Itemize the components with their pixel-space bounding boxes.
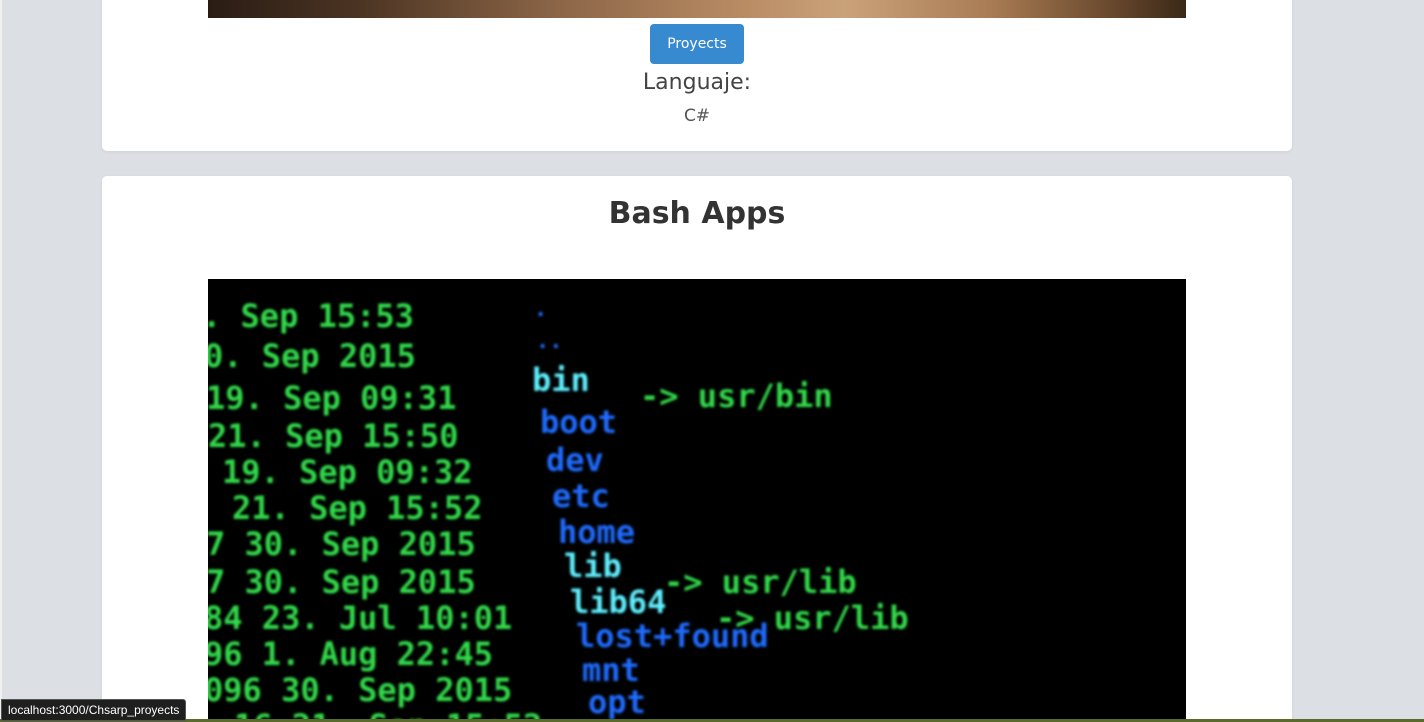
card-title: Bash Apps [608,196,786,231]
status-bar-url: localhost:3000/Chsarp_proyects [1,699,187,721]
terminal-dir-etc: etc [552,477,610,515]
project-card-bash: Bash Apps . Sep 15:53 0. Sep 2015 19. Se… [102,176,1292,722]
terminal-dir-bin: bin [532,361,590,399]
terminal-line: 7 30. Sep 2015 [208,563,476,601]
project-card-csharp: Proyects Languaje: C# [102,0,1292,151]
terminal-line: . Sep 15:53 [208,297,414,335]
terminal-dir-home: home [558,513,636,551]
terminal-image: . Sep 15:53 0. Sep 2015 19. Sep 09:31 21… [208,279,1186,722]
terminal-line: 21. Sep 15:50 [208,417,459,455]
terminal-line: 7 30. Sep 2015 [208,525,476,563]
terminal-line: 096 30. Sep 2015 [208,671,513,709]
terminal-line: 21. Sep 15:52 [232,489,483,527]
terminal-dir-opt: opt [588,683,646,721]
terminal-arrow-bin: -> usr/bin [640,377,833,415]
window-edge [0,0,2,722]
terminal-arrow-lib: -> usr/lib [664,563,857,601]
terminal-dir-boot: boot [540,403,618,441]
terminal-dir-lib64: lib64 [570,583,667,621]
terminal-line: 0. Sep 2015 [208,337,416,375]
terminal-line: 19. Sep 09:32 [222,453,473,491]
terminal-line: 19. Sep 09:31 [208,379,457,417]
terminal-dir-lib: lib [564,547,622,585]
proyects-button[interactable]: Proyects [650,24,744,64]
terminal-dot: . [534,297,548,322]
project-image [208,0,1186,18]
terminal-dotdot: .. [536,329,563,354]
terminal-dir-lost-found: lost+found [576,617,769,655]
language-value: C# [683,106,711,126]
terminal-line: 96 1. Aug 22:45 [208,635,493,673]
terminal-line: 84 23. Jul 10:01 [208,599,513,637]
terminal-dir-dev: dev [546,441,604,479]
language-label: Languaje: [642,70,752,95]
